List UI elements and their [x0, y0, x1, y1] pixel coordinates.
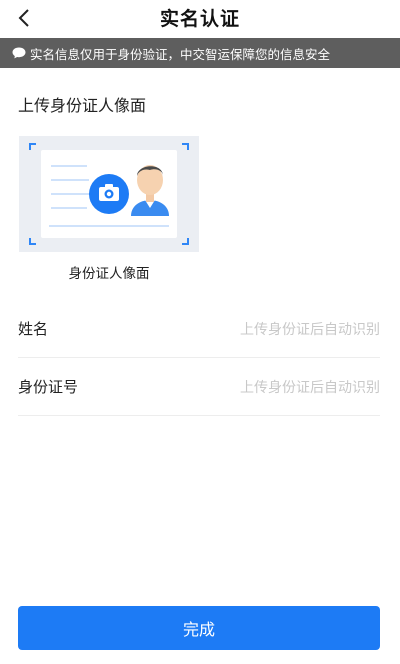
submit-button[interactable]: 完成: [18, 606, 380, 650]
id-number-label: 身份证号: [18, 378, 79, 396]
id-number-field[interactable]: 身份证号 上传身份证后自动识别: [18, 358, 380, 416]
id-number-placeholder: 上传身份证后自动识别: [240, 379, 380, 396]
id-card-illustration: [29, 143, 189, 245]
id-card-label: 身份证人像面: [68, 266, 150, 282]
name-placeholder: 上传身份证后自动识别: [240, 321, 380, 338]
upload-section-title: 上传身份证人像面: [18, 96, 147, 115]
header: 实名认证: [0, 0, 400, 36]
chat-bubble-icon: [12, 47, 26, 59]
name-field[interactable]: 姓名 上传身份证后自动识别: [18, 300, 380, 358]
name-label: 姓名: [18, 320, 49, 338]
camera-icon: [89, 174, 129, 214]
id-card-upload[interactable]: [19, 136, 199, 252]
notice-banner: 实名信息仅用于身份验证，中交智运保障您的信息安全: [0, 38, 400, 68]
notice-text: 实名信息仅用于身份验证，中交智运保障您的信息安全: [30, 46, 331, 62]
page-title: 实名认证: [159, 8, 240, 30]
